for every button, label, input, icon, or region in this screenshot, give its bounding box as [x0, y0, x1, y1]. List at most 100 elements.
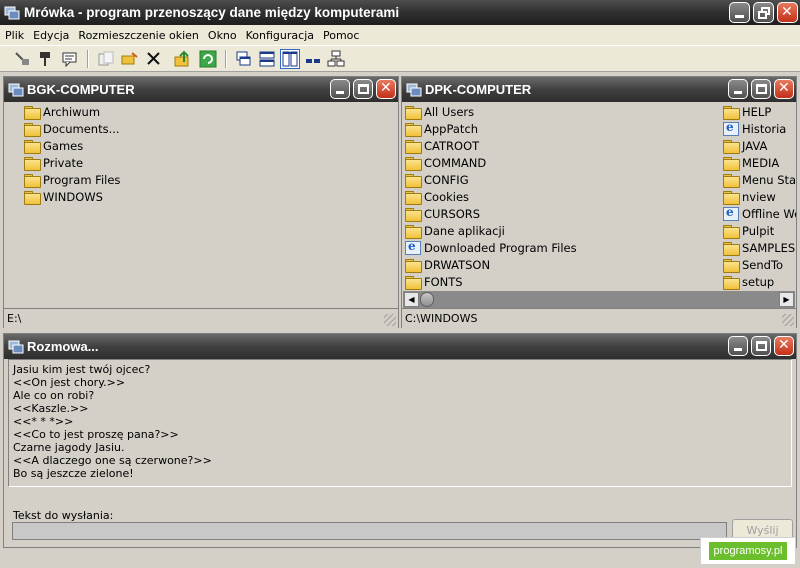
left-panel-title-bar: BGK-COMPUTER ✕	[4, 77, 398, 102]
menu-bar: Plik Edycja Rozmieszczenie okien Okno Ko…	[0, 25, 800, 45]
folder-icon	[24, 122, 41, 137]
list-item[interactable]: Cookies	[405, 188, 469, 205]
left-file-panel: BGK-COMPUTER ✕ Archiwum Documents... Gam…	[3, 76, 399, 328]
scroll-thumb[interactable]	[420, 292, 434, 307]
right-maximize-button[interactable]	[751, 79, 771, 99]
left-minimize-button[interactable]	[330, 79, 350, 99]
arrange-icons-icon[interactable]	[303, 49, 323, 69]
list-item[interactable]: FONTS	[405, 273, 463, 290]
list-item[interactable]: Historia	[723, 120, 786, 137]
up-folder-icon[interactable]	[173, 49, 193, 69]
send-text-input[interactable]	[12, 522, 727, 540]
chat-close-button[interactable]: ✕	[774, 336, 794, 356]
chat-log: Jasiu kim jest twój ojcec? <<On jest cho…	[8, 359, 792, 487]
list-item[interactable]: Pulpit	[723, 222, 774, 239]
list-item[interactable]: WINDOWS	[24, 188, 103, 205]
refresh-icon[interactable]	[198, 49, 218, 69]
right-path: C:\WINDOWS	[405, 312, 478, 325]
chat-line: <<Kaszle.>>	[13, 402, 89, 415]
list-item[interactable]: AppPatch	[405, 120, 478, 137]
menu-pomoc[interactable]: Pomoc	[318, 29, 363, 42]
list-item[interactable]: Menu Start	[723, 171, 796, 188]
list-item[interactable]: SendTo	[723, 256, 783, 273]
list-item[interactable]: nview	[723, 188, 776, 205]
chat-panel: Rozmowa... ✕ Jasiu kim jest twój ojcec? …	[3, 333, 797, 548]
menu-konfiguracja[interactable]: Konfiguracja	[241, 29, 318, 42]
list-item[interactable]: Games	[24, 137, 83, 154]
list-item[interactable]: Private	[24, 154, 83, 171]
menu-edycja[interactable]: Edycja	[28, 29, 73, 42]
folder-icon	[405, 105, 422, 120]
menu-rozmieszczenie-okien[interactable]: Rozmieszczenie okien	[73, 29, 202, 42]
watermark-logo: programosy.pl	[700, 537, 796, 565]
tile-vertical-icon[interactable]	[280, 49, 300, 69]
folder-icon	[723, 241, 740, 256]
list-item[interactable]: DRWATSON	[405, 256, 490, 273]
left-file-list: Archiwum Documents... Games Private Prog…	[4, 102, 398, 307]
scroll-right-icon[interactable]: ▶	[779, 292, 794, 307]
copy-file-icon[interactable]	[96, 49, 116, 69]
list-item[interactable]: Downloaded Program Files	[405, 239, 577, 256]
list-item[interactable]: Program Files	[24, 171, 120, 188]
folder-icon	[405, 173, 422, 188]
tile-horizontal-icon[interactable]	[257, 49, 277, 69]
watermark-text: programosy.pl	[708, 542, 788, 560]
scroll-left-icon[interactable]: ◀	[404, 292, 419, 307]
menu-plik[interactable]: Plik	[0, 29, 28, 42]
chat-line: Czarne jagody Jasiu.	[13, 441, 125, 454]
chat-line: <<* * *>>	[13, 415, 74, 428]
right-file-list: All Users AppPatch CATROOT COMMAND CONFI…	[402, 102, 796, 290]
folder-icon	[405, 258, 422, 273]
chat-minimize-button[interactable]	[728, 336, 748, 356]
chat-icon[interactable]	[60, 49, 80, 69]
left-panel-title: BGK-COMPUTER	[27, 82, 135, 97]
chat-line: Bo są jeszcze zielone!	[13, 467, 134, 480]
left-close-button[interactable]: ✕	[376, 79, 396, 99]
right-file-panel: DPK-COMPUTER ✕ All Users AppPatch CATROO…	[401, 76, 797, 328]
folder-icon	[24, 173, 41, 188]
folder-icon	[24, 190, 41, 205]
close-icon: ✕	[781, 4, 793, 20]
list-item[interactable]: CONFIG	[405, 171, 469, 188]
folder-icon	[723, 258, 740, 273]
connect-icon[interactable]	[12, 49, 32, 69]
resize-grip[interactable]	[384, 314, 396, 326]
list-item[interactable]: setup	[723, 273, 774, 290]
left-path: E:\	[7, 312, 22, 325]
list-item[interactable]: Dane aplikacji	[405, 222, 505, 239]
network-icon[interactable]	[326, 49, 346, 69]
restore-button[interactable]	[753, 2, 774, 23]
chat-maximize-button[interactable]	[751, 336, 771, 356]
right-close-button[interactable]: ✕	[774, 79, 794, 99]
computer-icon	[8, 339, 24, 355]
list-item[interactable]: Archiwum	[24, 103, 100, 120]
list-item[interactable]: Documents...	[24, 120, 120, 137]
list-item[interactable]: HELP	[723, 103, 771, 120]
list-item[interactable]: CURSORS	[405, 205, 480, 222]
left-status-bar: E:\	[4, 308, 398, 328]
list-item[interactable]: JAVA	[723, 137, 767, 154]
menu-okno[interactable]: Okno	[203, 29, 241, 42]
cascade-windows-icon[interactable]	[234, 49, 254, 69]
delete-icon[interactable]	[144, 49, 164, 69]
right-horizontal-scrollbar[interactable]: ◀ ▶	[403, 291, 795, 308]
minimize-button[interactable]	[729, 2, 750, 23]
disconnect-icon[interactable]	[36, 49, 56, 69]
list-item[interactable]: All Users	[405, 103, 474, 120]
left-maximize-button[interactable]	[353, 79, 373, 99]
folder-icon	[723, 156, 740, 171]
list-item[interactable]: COMMAND	[405, 154, 486, 171]
list-item[interactable]: MEDIA	[723, 154, 779, 171]
list-item[interactable]: Offline Web	[723, 205, 796, 222]
list-item[interactable]: CATROOT	[405, 137, 479, 154]
right-status-bar: C:\WINDOWS	[402, 308, 796, 328]
move-file-icon[interactable]	[120, 49, 140, 69]
right-minimize-button[interactable]	[728, 79, 748, 99]
close-button[interactable]: ✕	[777, 2, 798, 23]
right-panel-title: DPK-COMPUTER	[425, 82, 532, 97]
list-item[interactable]: SAMPLES	[723, 239, 795, 256]
folder-icon	[24, 156, 41, 171]
folder-icon	[405, 224, 422, 239]
resize-grip[interactable]	[782, 314, 794, 326]
close-icon: ✕	[778, 80, 790, 96]
